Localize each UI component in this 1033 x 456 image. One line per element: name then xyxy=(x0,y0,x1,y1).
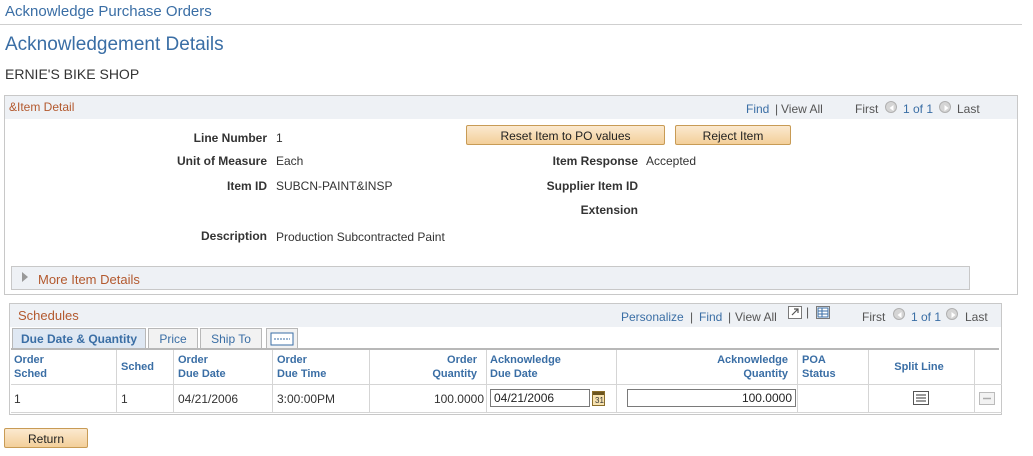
nav-separator: | xyxy=(728,310,732,324)
nav-separator: | xyxy=(806,305,810,319)
col-split-line: Split Line xyxy=(894,361,944,373)
col-ack-due-date: Acknowledge Due Date xyxy=(490,354,561,380)
line-number-label: Line Number xyxy=(193,131,267,145)
ack-due-date-input[interactable]: 04/21/2006 xyxy=(490,389,590,407)
row-bottom-divider xyxy=(11,412,1002,413)
extension-label: Extension xyxy=(580,203,638,217)
schedules-find-link[interactable]: Find xyxy=(699,310,722,324)
item-response-label: Item Response xyxy=(552,154,638,168)
schedules-prev-arrow-icon[interactable] xyxy=(893,308,905,320)
item-view-all-link[interactable]: View All xyxy=(781,102,823,116)
item-next-arrow-icon[interactable] xyxy=(939,101,951,113)
show-all-columns-icon[interactable] xyxy=(266,328,298,349)
col-divider xyxy=(616,350,617,412)
item-last-label: Last xyxy=(957,102,980,116)
ack-quantity-input[interactable]: 100.0000 xyxy=(627,389,796,407)
delete-row-icon[interactable] xyxy=(979,392,995,405)
schedules-first-label: First xyxy=(862,310,886,324)
tab-price[interactable]: Price xyxy=(148,328,198,349)
col-order-quantity: Order Quantity xyxy=(432,354,477,380)
cell-sched: 1 xyxy=(121,392,128,406)
header-row-divider xyxy=(11,384,1002,385)
download-grid-icon[interactable] xyxy=(816,306,830,319)
col-divider xyxy=(116,350,117,412)
item-id-label: Item ID xyxy=(226,179,267,193)
item-detail-title: &Item Detail xyxy=(9,100,75,114)
schedules-view-all-link[interactable]: View All xyxy=(735,310,777,324)
reject-item-button[interactable]: Reject Item xyxy=(675,125,791,145)
page-title: Acknowledgement Details xyxy=(5,34,224,55)
item-id-value: SUBCN-PAINT&INSP xyxy=(276,179,393,193)
col-divider xyxy=(974,350,975,412)
tab-due-date-quantity[interactable]: Due Date & Quantity xyxy=(12,328,146,349)
cell-order-quantity: 100.0000 xyxy=(433,392,484,406)
item-count: 1 of 1 xyxy=(903,102,934,116)
description-label: Description xyxy=(200,229,267,243)
col-divider xyxy=(486,350,487,412)
uom-value: Each xyxy=(276,154,304,168)
header-divider xyxy=(0,24,1022,25)
svg-text:31: 31 xyxy=(595,396,604,405)
schedules-count: 1 of 1 xyxy=(911,310,942,324)
schedules-last-label: Last xyxy=(965,310,988,324)
cell-order-due-date: 04/21/2006 xyxy=(178,392,239,406)
schedules-header xyxy=(9,303,1002,327)
description-value: Production Subcontracted Paint xyxy=(276,230,445,244)
split-line-icon[interactable] xyxy=(913,391,929,405)
item-first-label: First xyxy=(855,102,879,116)
item-response-value: Accepted xyxy=(646,154,697,168)
col-order-sched: Order Sched xyxy=(14,354,48,380)
item-prev-arrow-icon[interactable] xyxy=(885,101,897,113)
cell-order-due-time: 3:00:00PM xyxy=(277,392,336,406)
breadcrumb[interactable]: Acknowledge Purchase Orders xyxy=(5,3,212,20)
col-divider xyxy=(369,350,370,412)
schedules-next-arrow-icon[interactable] xyxy=(946,308,958,320)
tab-ship-to[interactable]: Ship To xyxy=(200,328,262,349)
supplier-item-id-label: Supplier Item ID xyxy=(546,179,638,193)
item-find-link[interactable]: Find xyxy=(746,102,769,116)
col-divider xyxy=(272,350,273,412)
schedules-title: Schedules xyxy=(18,308,79,323)
col-divider xyxy=(173,350,174,412)
col-ack-quantity: Acknowledge Quantity xyxy=(717,354,788,380)
col-order-due-time: Order Due Time xyxy=(277,354,327,380)
supplier-name: ERNIE'S BIKE SHOP xyxy=(5,66,140,82)
personalize-link[interactable]: Personalize xyxy=(621,310,684,324)
nav-separator: | xyxy=(775,102,779,116)
calendar-icon[interactable]: 31 xyxy=(592,391,605,406)
new-window-icon[interactable] xyxy=(788,306,802,319)
more-item-details-bar[interactable] xyxy=(11,266,970,290)
item-find-label[interactable]: Find xyxy=(746,102,769,116)
col-order-due-date: Order Due Date xyxy=(178,354,226,380)
reset-item-button[interactable]: Reset Item to PO values xyxy=(466,125,665,145)
line-number-value: 1 xyxy=(276,131,283,145)
expand-triangle-icon[interactable] xyxy=(22,272,28,282)
col-poa-status: POA Status xyxy=(802,354,836,380)
col-sched: Sched xyxy=(121,361,155,373)
col-divider xyxy=(868,350,869,412)
nav-separator: | xyxy=(690,310,694,324)
tab-underline xyxy=(11,348,999,350)
cell-order-sched: 1 xyxy=(14,392,21,406)
return-button[interactable]: Return xyxy=(4,428,88,448)
more-item-details-link[interactable]: More Item Details xyxy=(38,272,140,287)
uom-label: Unit of Measure xyxy=(176,154,267,168)
col-divider xyxy=(797,350,798,412)
